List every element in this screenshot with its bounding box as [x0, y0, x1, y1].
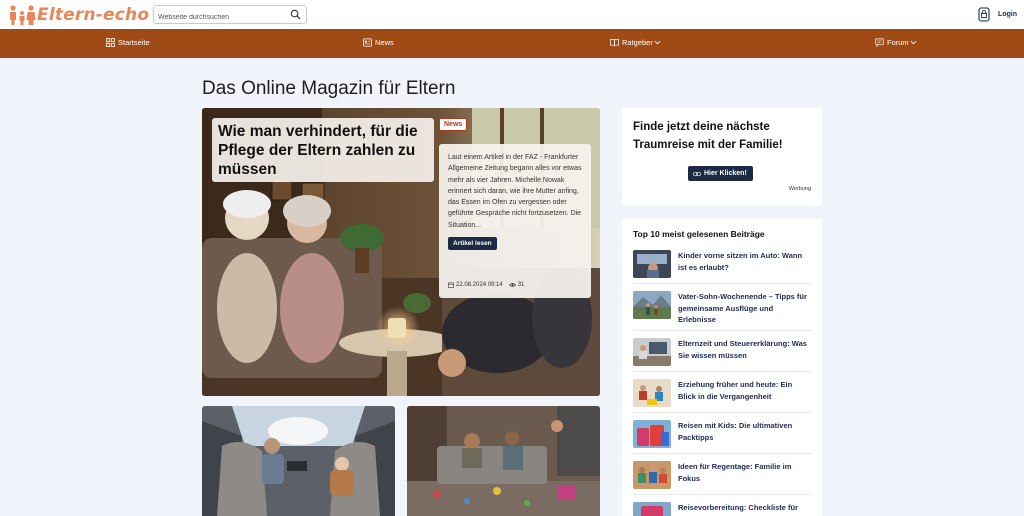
nav-item-startseite[interactable]: Startseite	[106, 38, 150, 47]
ad-cta-label: Hier Klicken!	[704, 170, 747, 177]
list-item-title: Vater-Sohn-Wochenende – Tipps für gemein…	[678, 292, 807, 324]
hero-title-box: Wie man verhindert, für die Pflege der E…	[212, 118, 434, 182]
nav-label: Forum	[887, 38, 909, 47]
read-article-button[interactable]: Artikel lesen	[448, 237, 497, 251]
nav-label: Ratgeber	[622, 38, 653, 47]
list-item-title: Ideen für Regentage: Familie im Fokus	[678, 462, 792, 483]
list-item-thumbnail	[633, 291, 671, 319]
search-input[interactable]	[154, 9, 284, 26]
search-icon[interactable]	[290, 9, 301, 20]
kids-playing-image	[633, 379, 671, 407]
article-date: 22.08.2024 09:14	[456, 282, 503, 288]
search-box	[153, 5, 307, 26]
chat-icon	[875, 38, 884, 47]
category-badge[interactable]: News	[439, 118, 468, 131]
divider	[633, 371, 811, 372]
link-icon	[693, 171, 701, 176]
views-count: 31	[517, 282, 525, 288]
car-child-image	[633, 250, 671, 278]
family-icon	[10, 5, 36, 25]
top10-widget: Top 10 meist gelesenen Beiträge Kinder v…	[622, 219, 822, 516]
list-item[interactable]: Vater-Sohn-Wochenende – Tipps für gemein…	[633, 291, 811, 326]
hero-excerpt-card: Laut einem Artikel in der FAZ - Frankfur…	[439, 144, 591, 298]
office-image	[633, 338, 671, 366]
nav-label: News	[375, 38, 394, 47]
list-item[interactable]: Reisen mit Kids: Die ultimativen Packtip…	[633, 420, 811, 448]
nav-item-ratgeber[interactable]: Ratgeber	[610, 38, 661, 47]
list-item[interactable]: Ideen für Regentage: Familie im Fokus	[633, 461, 811, 489]
list-item-thumbnail	[633, 502, 671, 516]
family-room-image	[407, 406, 600, 516]
hero-title[interactable]: Wie man verhindert, für die Pflege der E…	[218, 122, 428, 179]
nav-item-forum[interactable]: Forum	[875, 38, 917, 47]
list-item-title: Erziehung früher und heute: Ein Blick in…	[678, 380, 793, 401]
list-item[interactable]: Reisevorbereitung: Checkliste für	[633, 502, 811, 516]
list-item-thumbnail	[633, 250, 671, 278]
top-header: Eltern-echo Login	[0, 0, 1024, 29]
ad-cta-button[interactable]: Hier Klicken!	[688, 166, 753, 181]
grid-icon	[106, 38, 115, 47]
ad-label: Werbung	[788, 186, 811, 192]
list-item-title: Elternzeit und Steuererklärung: Was Sie …	[678, 339, 807, 360]
article-card-car[interactable]	[202, 406, 395, 516]
chevron-down-icon	[910, 40, 917, 45]
father-son-image	[633, 291, 671, 319]
article-card-family[interactable]	[407, 406, 600, 516]
list-item-title: Reisen mit Kids: Die ultimativen Packtip…	[678, 421, 793, 442]
eye-icon	[508, 283, 516, 287]
hero-article[interactable]: Wie man verhindert, für die Pflege der E…	[202, 108, 600, 396]
lock-icon	[978, 7, 990, 22]
calendar-icon	[448, 282, 454, 288]
top10-title: Top 10 meist gelesenen Beiträge	[633, 229, 765, 239]
luggage-image	[633, 420, 671, 448]
travel-checklist-image	[633, 502, 671, 516]
list-item-thumbnail	[633, 461, 671, 489]
site-logo[interactable]: Eltern-echo	[8, 4, 149, 26]
divider	[633, 330, 811, 331]
divider	[633, 494, 811, 495]
hero-excerpt: Laut einem Artikel in der FAZ - Frankfur…	[448, 154, 582, 229]
nav-label: Startseite	[118, 38, 150, 47]
logo-text: Eltern-echo	[37, 5, 150, 25]
list-item-thumbnail	[633, 379, 671, 407]
login-button[interactable]: Login	[978, 7, 1017, 22]
main-navigation: Startseite News Ratgeber Forum	[0, 29, 1024, 58]
list-item-title: Kinder vorne sitzen im Auto: Wann ist es…	[678, 251, 803, 272]
list-item[interactable]: Erziehung früher und heute: Ein Blick in…	[633, 379, 811, 407]
list-item-thumbnail	[633, 338, 671, 366]
chevron-down-icon	[654, 40, 661, 45]
list-item-title: Reisevorbereitung: Checkliste für	[678, 503, 799, 512]
divider	[633, 283, 811, 284]
list-item[interactable]: Kinder vorne sitzen im Auto: Wann ist es…	[633, 250, 811, 278]
book-icon	[610, 38, 619, 47]
article-meta: 22.08.2024 09:14 31	[448, 282, 524, 288]
nav-item-news[interactable]: News	[363, 38, 394, 47]
family-indoor-image	[633, 461, 671, 489]
newspaper-icon	[363, 38, 372, 47]
ad-box: Finde jetzt deine nächste Traumreise mit…	[622, 108, 822, 206]
car-interior-image	[202, 406, 395, 516]
list-item[interactable]: Elternzeit und Steuererklärung: Was Sie …	[633, 338, 811, 366]
login-label: Login	[997, 11, 1017, 18]
views-counter: 31	[508, 282, 525, 288]
divider	[633, 453, 811, 454]
ad-title: Finde jetzt deine nächste Traumreise mit…	[633, 121, 783, 151]
page-title: Das Online Magazin für Eltern	[202, 78, 456, 99]
divider	[633, 412, 811, 413]
list-item-thumbnail	[633, 420, 671, 448]
